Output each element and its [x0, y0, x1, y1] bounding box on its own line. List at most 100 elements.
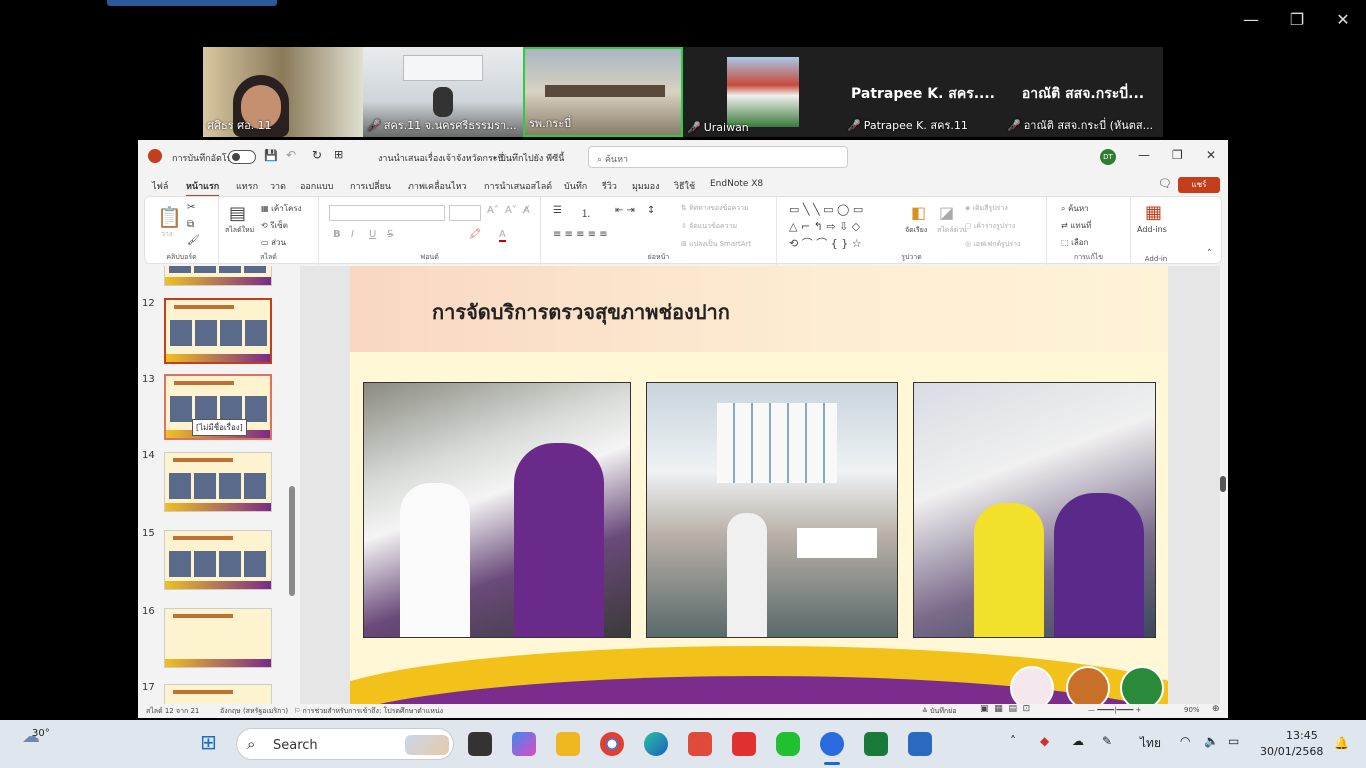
line-spacing-icon[interactable]: ↕: [647, 205, 655, 216]
slide-title[interactable]: การจัดบริการตรวจสุขภาพช่องปาก: [432, 296, 730, 328]
tab-help[interactable]: วิธีใช้: [674, 179, 695, 193]
bullets-icon[interactable]: ☰: [553, 205, 562, 216]
battery-icon[interactable]: ▭: [1228, 734, 1239, 748]
taskbar-search[interactable]: ⌕ Search: [236, 728, 454, 760]
italic-button[interactable]: I: [351, 229, 354, 240]
undo-icon[interactable]: ↶: [286, 148, 296, 162]
language-indicator[interactable]: อังกฤษ (สหรัฐอเมริกา): [220, 706, 288, 717]
smartart-button[interactable]: ⊞ แปลงเป็น SmartArt: [681, 239, 751, 250]
tab-endnote[interactable]: EndNote X8: [710, 179, 763, 189]
ppt-close-button[interactable]: ✕: [1206, 148, 1216, 162]
new-slide-icon[interactable]: ▤: [229, 203, 246, 224]
weather-temp[interactable]: 30°: [32, 728, 50, 739]
slide-thumbnail[interactable]: [164, 266, 272, 286]
replace-button[interactable]: ⇄ แทนที่: [1061, 219, 1091, 232]
user-avatar[interactable]: DT: [1100, 149, 1116, 165]
bold-button[interactable]: B: [333, 229, 341, 240]
layout-button[interactable]: ▦ เค้าโครง: [261, 202, 302, 215]
arrange-label[interactable]: จัดเรียง: [905, 225, 927, 236]
participant-tile[interactable]: อาณัติ สสจ.กระบี่... 🎤̸ อาณัติ สสจ.กระบี่…: [1003, 47, 1163, 137]
thumbnail-scrollbar[interactable]: [288, 266, 296, 704]
cut-icon[interactable]: ✂: [187, 202, 195, 213]
copy-icon[interactable]: ⧉: [187, 219, 194, 230]
clock-date[interactable]: 30/01/2568: [1260, 745, 1323, 758]
slide-thumbnail[interactable]: [164, 608, 272, 668]
strikethrough-button[interactable]: S: [387, 229, 393, 240]
slide-thumbnail[interactable]: [164, 452, 272, 512]
tab-slideshow[interactable]: การนำเสนอสไลด์: [484, 179, 552, 193]
slide-photo-2[interactable]: [646, 382, 898, 638]
app-s-icon[interactable]: [688, 732, 712, 756]
tab-draw[interactable]: วาด: [270, 179, 286, 193]
collapse-ribbon-icon[interactable]: ˄: [1207, 249, 1212, 259]
ppt-minimize-button[interactable]: —: [1138, 148, 1150, 162]
comments-icon[interactable]: 🗨: [1158, 177, 1172, 190]
shape-fill-button[interactable]: ◈ เติมสีรูปร่าง: [965, 203, 1008, 214]
participant-tile-active[interactable]: รพ.กระบี่: [523, 47, 683, 137]
font-color-icon[interactable]: A: [499, 229, 506, 242]
tab-file[interactable]: ไฟล์: [152, 179, 168, 193]
notification-icon[interactable]: 🔔: [1334, 736, 1349, 750]
addins-button[interactable]: Add-ins: [1137, 225, 1167, 234]
wifi-icon[interactable]: ◠: [1180, 734, 1190, 748]
accessibility-status[interactable]: ⚐ การช่วยสำหรับการเข้าถึง: โปรดศึกษาตำแห…: [294, 706, 443, 717]
redo-icon[interactable]: ↻: [312, 148, 322, 162]
excel-icon[interactable]: [864, 732, 888, 756]
participant-tile[interactable]: Patrapee K. สคร.... 🎤̸ Patrapee K. สคร.11: [843, 47, 1003, 137]
tab-transitions[interactable]: การเปลี่ยน: [350, 179, 391, 193]
indent-icon[interactable]: ⇤ ⇥: [615, 205, 635, 216]
tab-review[interactable]: รีวิว: [602, 179, 617, 193]
chrome-icon[interactable]: [600, 732, 624, 756]
text-direction-button[interactable]: ⇅ ทิศทางของข้อความ: [681, 203, 749, 214]
task-view-icon[interactable]: [468, 732, 492, 756]
tray-pen-icon[interactable]: ✎: [1102, 734, 1112, 748]
format-painter-icon[interactable]: 🖌: [187, 235, 200, 246]
fit-slide-icon[interactable]: ⊕: [1212, 704, 1220, 714]
volume-icon[interactable]: 🔈: [1204, 734, 1219, 748]
addins-icon[interactable]: ▦: [1145, 202, 1162, 223]
section-button[interactable]: ▭ ส่วน: [261, 236, 286, 249]
close-button[interactable]: ✕: [1328, 10, 1358, 29]
zoom-slider[interactable]: — ━━━━|━━━━ +: [1088, 706, 1141, 714]
autosave-toggle[interactable]: [228, 150, 256, 164]
slide-thumbnail-selected[interactable]: [164, 298, 272, 364]
slide-scrollbar[interactable]: [1218, 266, 1228, 704]
underline-button[interactable]: U: [369, 229, 376, 240]
shapes-gallery[interactable]: ▭ ╲ ╲ ▭ ◯ ▭ △ ⌐ ↰ ⇨ ⇩ ◇ ⟲ ⌒ ⌒ { } ☆: [789, 201, 893, 252]
arrange-icon[interactable]: ◧: [911, 203, 926, 222]
tab-record[interactable]: บันทึก: [564, 179, 587, 193]
slide-thumbnail[interactable]: [164, 530, 272, 590]
participant-tile[interactable]: 🎤̸ สคร.11 จ.นครศรีธรรมรา...: [363, 47, 523, 137]
search-input[interactable]: ⌕ ค้นหา: [588, 146, 848, 168]
current-slide[interactable]: การจัดบริการตรวจสุขภาพช่องปาก: [350, 266, 1168, 704]
slide-photo-1[interactable]: [363, 382, 631, 638]
align-buttons-icon[interactable]: ≡ ≡ ≡ ≡ ≡: [553, 229, 608, 240]
edge-icon[interactable]: [644, 732, 668, 756]
paste-icon[interactable]: 📋: [157, 205, 182, 229]
anydesk-icon[interactable]: [732, 732, 756, 756]
tab-home[interactable]: หน้าแรก: [186, 179, 220, 197]
minimize-button[interactable]: —: [1236, 10, 1266, 29]
windows-start-icon[interactable]: ⊞: [200, 730, 224, 754]
tab-view[interactable]: มุมมอง: [632, 179, 660, 193]
zoom-level[interactable]: 90%: [1184, 706, 1200, 714]
select-button[interactable]: ⬚ เลือก: [1061, 236, 1088, 249]
ppt-restore-button[interactable]: ❐: [1172, 148, 1183, 162]
participant-tile[interactable]: 🎤̸ Uraiwan: [683, 47, 843, 137]
line-icon[interactable]: [776, 732, 800, 756]
shape-effects-button[interactable]: ◎ เอฟเฟกต์รูปร่าง: [965, 239, 1020, 250]
highlight-icon[interactable]: 🖍: [469, 229, 482, 240]
tab-animations[interactable]: ภาพเคลื่อนไหว: [408, 179, 467, 193]
file-explorer-icon[interactable]: [556, 732, 580, 756]
slide-thumbnail[interactable]: [164, 684, 272, 704]
shape-outline-button[interactable]: ▢ เค้าร่างรูปร่าง: [965, 221, 1015, 232]
input-language[interactable]: ไทย: [1140, 734, 1161, 753]
copilot-icon[interactable]: [512, 732, 536, 756]
clock-time[interactable]: 13:45: [1286, 729, 1318, 742]
quick-styles-label[interactable]: สไตล์ด่วน: [937, 225, 967, 236]
grow-font-icon[interactable]: A˄: [487, 205, 499, 216]
slide-photo-3[interactable]: [913, 382, 1156, 638]
present-icon[interactable]: ⊞: [334, 148, 343, 161]
font-name-dropdown[interactable]: [329, 205, 445, 221]
tab-design[interactable]: ออกแบบ: [300, 179, 334, 193]
